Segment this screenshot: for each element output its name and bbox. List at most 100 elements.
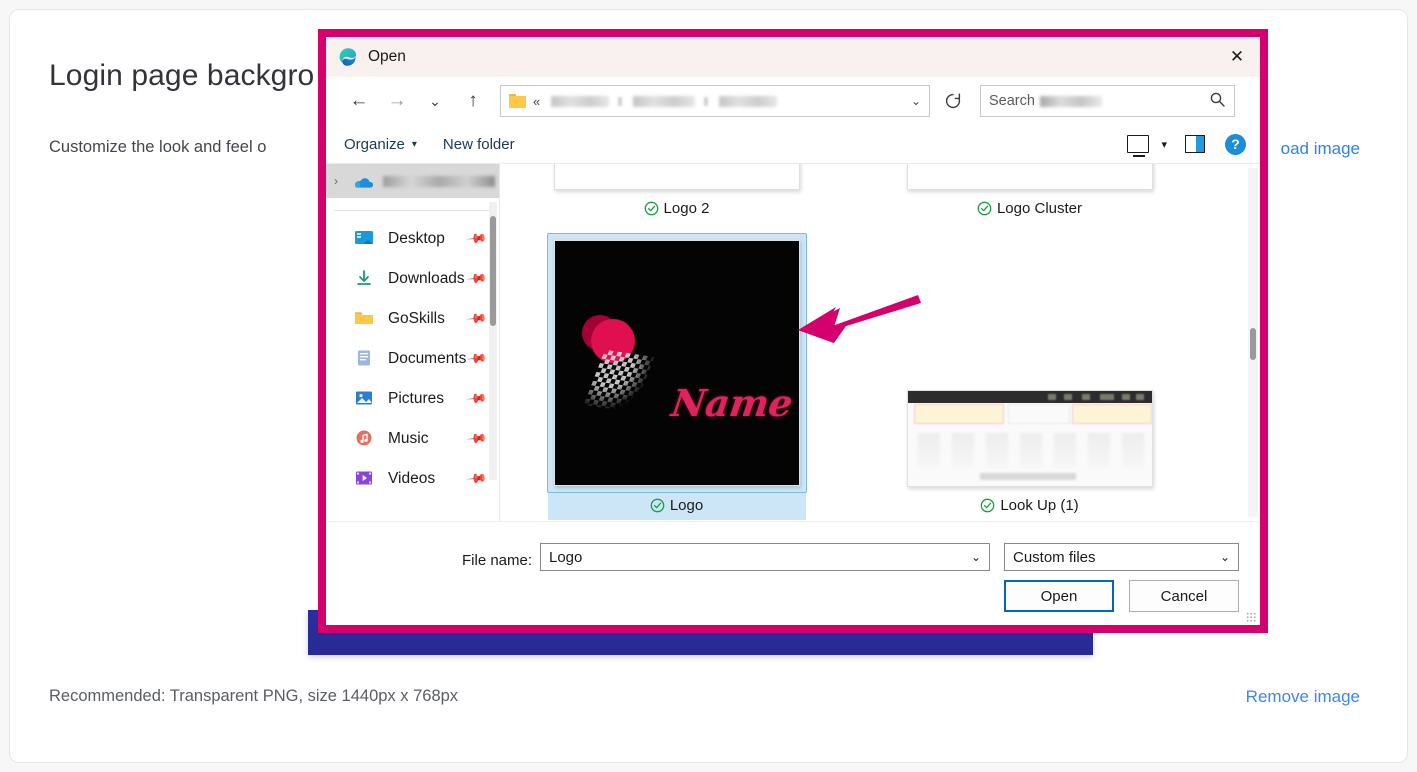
cancel-button[interactable]: Cancel <box>1129 580 1239 612</box>
file-item-logo[interactable]: Name Logo <box>500 223 853 520</box>
file-thumbnail <box>553 164 800 190</box>
thumbnail-wrap <box>548 164 806 196</box>
remove-image-link[interactable]: Remove image <box>1246 687 1360 707</box>
file-list-scrollbar[interactable] <box>1248 168 1258 517</box>
file-type-value: Custom files <box>1013 548 1096 566</box>
file-caption: Logo <box>547 493 806 520</box>
chevron-right-icon[interactable]: › <box>334 174 352 188</box>
sidebar-item-downloads[interactable]: Downloads 📌 <box>326 259 499 299</box>
pin-icon[interactable]: 📌 <box>466 348 488 371</box>
page-title: Login page backgro <box>49 59 315 92</box>
sidebar-scrollbar[interactable] <box>489 202 497 480</box>
dialog-title: Open <box>368 48 406 65</box>
pin-icon[interactable]: 📌 <box>466 388 488 411</box>
sidebar-item-videos[interactable]: Videos 📌 <box>326 459 499 499</box>
preview-pane-icon[interactable] <box>1185 135 1205 153</box>
onedrive-cloud-icon <box>352 174 374 189</box>
sync-status-icon <box>650 498 665 513</box>
resize-grip[interactable] <box>1246 612 1256 622</box>
lookup-screenshot-art <box>907 391 1152 486</box>
search-icon[interactable] <box>1209 91 1226 112</box>
dialog-toolbar: Organize ▾ New folder ▾ ? <box>326 125 1260 163</box>
organize-button[interactable]: Organize ▾ <box>344 136 417 153</box>
back-button[interactable]: ← <box>340 85 378 117</box>
file-thumbnail: Name <box>553 240 800 486</box>
search-scope-text <box>1039 95 1102 107</box>
view-options-icon[interactable] <box>1127 135 1150 157</box>
new-folder-button[interactable]: New folder <box>443 136 515 153</box>
breadcrumb-segment-1[interactable] <box>551 95 610 107</box>
up-button[interactable]: ↑ <box>454 85 492 117</box>
file-name-input[interactable]: Logo ⌄ <box>540 543 990 571</box>
file-name-value: Logo <box>549 548 583 566</box>
desktop-icon <box>354 229 376 249</box>
path-overflow-icon[interactable]: « <box>533 94 540 109</box>
folder-icon <box>509 94 526 108</box>
sidebar-item-onedrive[interactable]: › <box>326 164 499 198</box>
sync-status-icon <box>644 201 659 216</box>
picture-icon <box>354 389 376 409</box>
breadcrumb-segment-3[interactable] <box>719 95 778 107</box>
search-placeholder: Search <box>989 93 1035 109</box>
file-grid-row: Name Logo Look Up (1) <box>500 223 1260 520</box>
sidebar-item-desktop[interactable]: Desktop 📌 <box>326 219 499 259</box>
sidebar-item-label: Desktop <box>388 230 445 247</box>
file-type-select[interactable]: Custom files ⌄ <box>1004 543 1239 571</box>
pin-icon[interactable]: 📌 <box>466 268 488 291</box>
sidebar-item-label: Pictures <box>388 390 444 407</box>
pin-icon[interactable]: 📌 <box>466 308 488 331</box>
sidebar-item-music[interactable]: Music 📌 <box>326 419 499 459</box>
file-item-logo-cluster[interactable]: goskills <box>853 164 1206 223</box>
sidebar-item-label: Downloads <box>388 270 465 287</box>
chevron-down-icon[interactable]: ⌄ <box>911 94 921 108</box>
pin-icon[interactable]: 📌 <box>466 468 488 491</box>
forward-button[interactable]: → <box>378 85 416 117</box>
organize-label: Organize <box>344 135 405 153</box>
file-name-label: Logo <box>669 497 704 514</box>
dialog-title-bar: Open ✕ <box>326 37 1260 77</box>
logo-artwork: Name <box>554 241 799 485</box>
sidebar-item-label: GoSkills <box>388 310 445 327</box>
file-thumbnail <box>906 390 1153 487</box>
sidebar-item-label: Music <box>388 430 429 447</box>
pin-icon[interactable]: 📌 <box>466 428 488 451</box>
sidebar-item-goskills[interactable]: GoSkills 📌 <box>326 299 499 339</box>
logo-name-text: Name <box>668 381 796 425</box>
file-caption: Logo Cluster <box>977 196 1082 223</box>
onedrive-account-label <box>383 175 495 187</box>
file-item-look-up-1[interactable]: Look Up (1) <box>853 223 1206 520</box>
breadcrumb-separator-1 <box>618 96 623 106</box>
file-item-logo-2[interactable]: Logo 2 <box>500 164 853 223</box>
dialog-footer: File name: Logo ⌄ Custom files ⌄ Open Ca… <box>326 521 1260 625</box>
sidebar-item-documents[interactable]: Documents 📌 <box>326 339 499 379</box>
file-grid-row: Logo 2 goskills <box>500 164 1260 223</box>
refresh-icon[interactable] <box>938 86 968 116</box>
address-bar[interactable]: « ⌄ <box>500 85 930 117</box>
download-icon <box>354 269 376 289</box>
open-button[interactable]: Open <box>1004 580 1114 612</box>
document-icon <box>354 349 376 369</box>
sidebar-scrollbar-thumb[interactable] <box>490 216 496 326</box>
music-icon <box>354 429 376 449</box>
chevron-down-icon: ▾ <box>411 138 417 150</box>
search-input[interactable]: Search <box>980 85 1235 117</box>
file-name-label: Logo Cluster <box>996 200 1083 217</box>
chevron-down-icon[interactable]: ⌄ <box>1220 550 1230 564</box>
file-thumbnail: goskills <box>906 164 1153 190</box>
recent-locations-button[interactable]: ⌄ <box>416 85 454 117</box>
chevron-down-icon[interactable]: ⌄ <box>971 550 981 564</box>
chevron-down-icon[interactable]: ▾ <box>1161 138 1167 151</box>
file-list-scrollbar-thumb[interactable] <box>1250 328 1256 360</box>
thumbnail-wrap: goskills <box>901 164 1159 196</box>
sidebar-item-label: Documents <box>388 350 467 367</box>
breadcrumb-segment-2[interactable] <box>633 95 696 107</box>
close-icon[interactable]: ✕ <box>1214 37 1260 77</box>
pin-icon[interactable]: 📌 <box>466 228 488 251</box>
sidebar-item-pictures[interactable]: Pictures 📌 <box>326 379 499 419</box>
upload-image-link[interactable]: oad image <box>1281 139 1360 159</box>
file-name-label: File name: <box>462 552 533 569</box>
file-name-label: Look Up (1) <box>1000 497 1079 514</box>
thumbnail-wrap: Name <box>546 233 807 493</box>
file-caption: Logo 2 <box>644 196 709 223</box>
help-icon[interactable]: ? <box>1225 133 1246 155</box>
